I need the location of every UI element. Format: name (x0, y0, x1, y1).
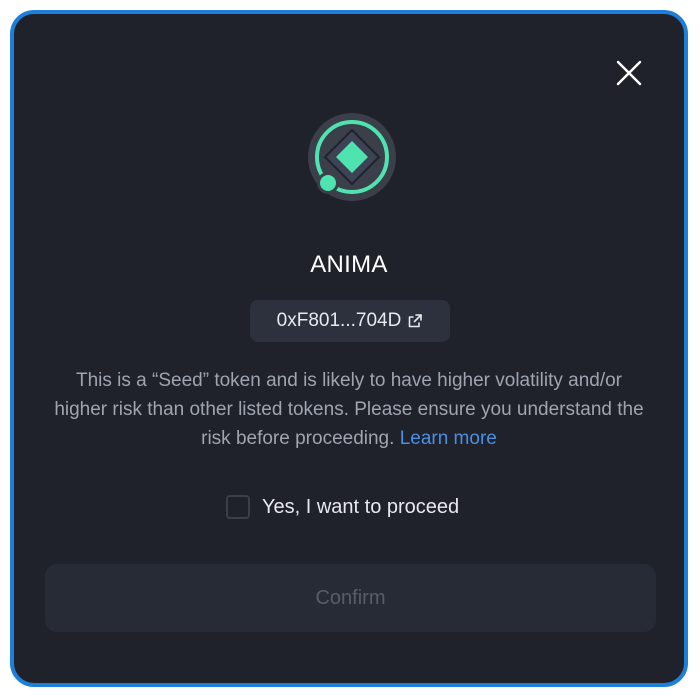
warning-text: This is a “Seed” token and is likely to … (54, 370, 644, 449)
token-name: ANIMA (310, 251, 388, 278)
proceed-checkbox-row[interactable]: Yes, I want to proceed (226, 492, 459, 522)
proceed-checkbox[interactable] (226, 495, 250, 519)
token-address-link[interactable]: 0xF801...704D (250, 300, 450, 342)
close-button[interactable] (614, 58, 644, 88)
token-warning-dialog: ANIMA 0xF801...704D This is a “Seed” tok… (10, 10, 688, 687)
seed-token-warning: This is a “Seed” token and is likely to … (54, 366, 644, 453)
token-logo-icon (305, 110, 399, 204)
confirm-button[interactable]: Confirm (45, 564, 656, 632)
learn-more-link[interactable]: Learn more (400, 428, 497, 449)
proceed-checkbox-label: Yes, I want to proceed (262, 495, 460, 518)
external-link-icon (409, 314, 423, 328)
close-icon (616, 60, 642, 86)
token-address: 0xF801...704D (276, 310, 402, 331)
